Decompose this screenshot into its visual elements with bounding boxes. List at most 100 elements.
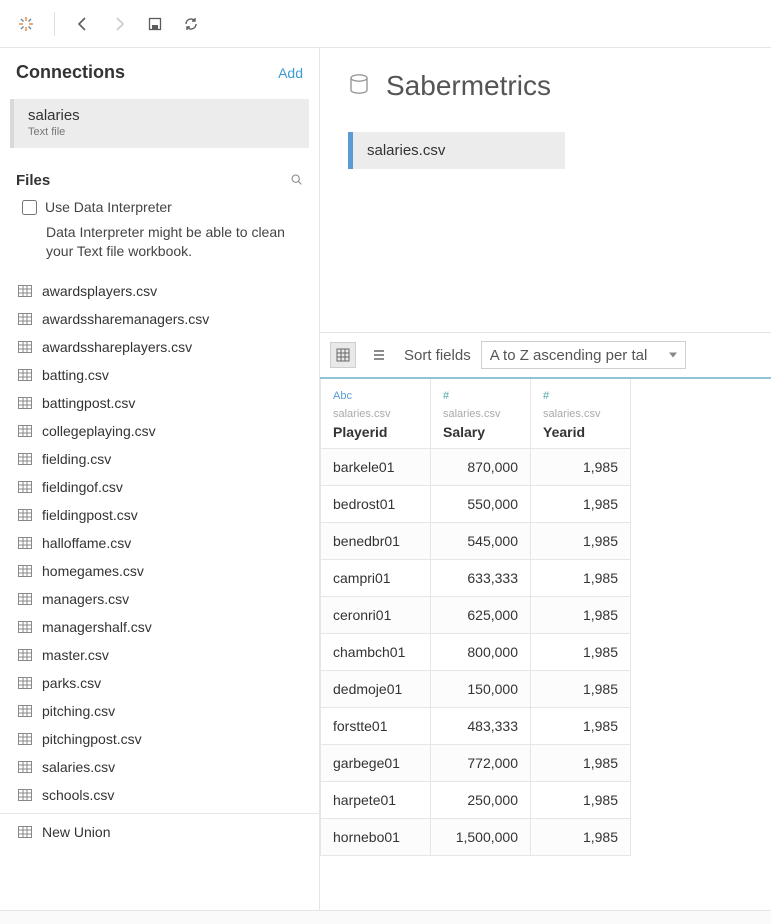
file-item[interactable]: fieldingof.csv (0, 473, 319, 501)
table-row[interactable]: barkele01870,0001,985 (321, 449, 631, 486)
table-row[interactable]: hornebo011,500,0001,985 (321, 819, 631, 856)
file-item-label: managers.csv (42, 591, 129, 607)
column-header[interactable]: #salaries.csvSalary (431, 379, 531, 449)
sort-fields-label: Sort fields (404, 347, 471, 364)
table-cell: ceronri01 (321, 597, 431, 634)
use-data-interpreter-checkbox[interactable]: Use Data Interpreter (22, 199, 303, 215)
column-header[interactable]: Abcsalaries.csvPlayerid (321, 379, 431, 449)
file-item[interactable]: awardsplayers.csv (0, 277, 319, 305)
table-cell: 250,000 (431, 782, 531, 819)
file-item-label: schools.csv (42, 787, 114, 803)
table-cell: dedmoje01 (321, 671, 431, 708)
file-item[interactable]: schools.csv (0, 781, 319, 809)
add-connection-link[interactable]: Add (278, 65, 303, 81)
new-union-button[interactable]: New Union (0, 813, 319, 846)
table-cell: 772,000 (431, 745, 531, 782)
table-row[interactable]: benedbr01545,0001,985 (321, 523, 631, 560)
data-canvas: Sabermetrics salaries.csv Sort fields A … (320, 48, 771, 910)
table-cell: campri01 (321, 560, 431, 597)
file-item-label: battingpost.csv (42, 395, 135, 411)
file-item[interactable]: salaries.csv (0, 753, 319, 781)
tableau-logo-icon[interactable] (12, 10, 40, 38)
file-item[interactable]: managers.csv (0, 585, 319, 613)
file-item-label: batting.csv (42, 367, 109, 383)
save-icon[interactable] (141, 10, 169, 38)
file-item[interactable]: parks.csv (0, 669, 319, 697)
table-cell: 1,985 (531, 560, 631, 597)
files-list[interactable]: awardsplayers.csvawardssharemanagers.csv… (0, 271, 319, 910)
file-item-label: pitchingpost.csv (42, 731, 142, 747)
file-item-label: parks.csv (42, 675, 101, 691)
grid-view-icon[interactable] (330, 342, 356, 368)
datasource-title[interactable]: Sabermetrics (386, 70, 551, 102)
table-cell: barkele01 (321, 449, 431, 486)
file-item-label: master.csv (42, 647, 109, 663)
file-item[interactable]: battingpost.csv (0, 389, 319, 417)
file-item[interactable]: halloffame.csv (0, 529, 319, 557)
connections-heading: Connections (16, 62, 125, 83)
table-cell: harpete01 (321, 782, 431, 819)
file-item[interactable]: homegames.csv (0, 557, 319, 585)
refresh-icon[interactable] (177, 10, 205, 38)
file-item-label: halloffame.csv (42, 535, 131, 551)
table-row[interactable]: ceronri01625,0001,985 (321, 597, 631, 634)
table-cell: 870,000 (431, 449, 531, 486)
table-row[interactable]: garbege01772,0001,985 (321, 745, 631, 782)
join-area[interactable]: salaries.csv (320, 132, 771, 332)
table-row[interactable]: forstte01483,3331,985 (321, 708, 631, 745)
new-union-label: New Union (42, 824, 110, 840)
connection-name: salaries (28, 107, 295, 124)
file-item[interactable]: collegeplaying.csv (0, 417, 319, 445)
connection-card[interactable]: salaries Text file (10, 99, 309, 148)
table-row[interactable]: campri01633,3331,985 (321, 560, 631, 597)
table-row[interactable]: dedmoje01150,0001,985 (321, 671, 631, 708)
file-item[interactable]: master.csv (0, 641, 319, 669)
list-view-icon[interactable] (366, 342, 392, 368)
table-row[interactable]: harpete01250,0001,985 (321, 782, 631, 819)
back-icon[interactable] (69, 10, 97, 38)
file-item-label: managershalf.csv (42, 619, 152, 635)
search-files-icon[interactable] (290, 173, 303, 189)
table-cell: 800,000 (431, 634, 531, 671)
file-item[interactable]: pitchingpost.csv (0, 725, 319, 753)
table-cell: 1,985 (531, 671, 631, 708)
table-cell: 550,000 (431, 486, 531, 523)
table-cell: 1,985 (531, 708, 631, 745)
table-row[interactable]: bedrost01550,0001,985 (321, 486, 631, 523)
table-row[interactable]: chambch01800,0001,985 (321, 634, 631, 671)
file-item[interactable]: pitching.csv (0, 697, 319, 725)
file-item-label: salaries.csv (42, 759, 115, 775)
file-item[interactable]: fielding.csv (0, 445, 319, 473)
table-cell: 1,985 (531, 523, 631, 560)
connections-sidebar: Connections Add salaries Text file Files… (0, 48, 320, 910)
table-cell: 1,985 (531, 597, 631, 634)
sort-fields-select[interactable]: A to Z ascending per tal (481, 341, 686, 369)
files-heading: Files (16, 172, 50, 189)
table-cell: 150,000 (431, 671, 531, 708)
column-header[interactable]: #salaries.csvYearid (531, 379, 631, 449)
data-grid[interactable]: Abcsalaries.csvPlayerid#salaries.csvSala… (320, 377, 771, 910)
file-item-label: fieldingof.csv (42, 479, 123, 495)
table-cell: 1,985 (531, 449, 631, 486)
table-cell: 1,985 (531, 745, 631, 782)
grid-toolbar: Sort fields A to Z ascending per tal (320, 332, 771, 377)
connection-type: Text file (28, 126, 295, 138)
table-cell: forstte01 (321, 708, 431, 745)
table-cell: 1,985 (531, 782, 631, 819)
file-item[interactable]: managershalf.csv (0, 613, 319, 641)
table-cell: 1,500,000 (431, 819, 531, 856)
file-item[interactable]: fieldingpost.csv (0, 501, 319, 529)
table-cell: 1,985 (531, 486, 631, 523)
file-item-label: pitching.csv (42, 703, 115, 719)
file-item[interactable]: batting.csv (0, 361, 319, 389)
file-item-label: fieldingpost.csv (42, 507, 138, 523)
sort-fields-value: A to Z ascending per tal (490, 347, 648, 364)
table-cell: 633,333 (431, 560, 531, 597)
table-cell: hornebo01 (321, 819, 431, 856)
bottom-tab-strip[interactable] (0, 910, 771, 924)
file-item[interactable]: awardssharemanagers.csv (0, 305, 319, 333)
interpreter-hint: Data Interpreter might be able to clean … (46, 223, 303, 261)
interpreter-checkbox-input[interactable] (22, 200, 37, 215)
table-pill[interactable]: salaries.csv (348, 132, 565, 169)
file-item[interactable]: awardsshareplayers.csv (0, 333, 319, 361)
